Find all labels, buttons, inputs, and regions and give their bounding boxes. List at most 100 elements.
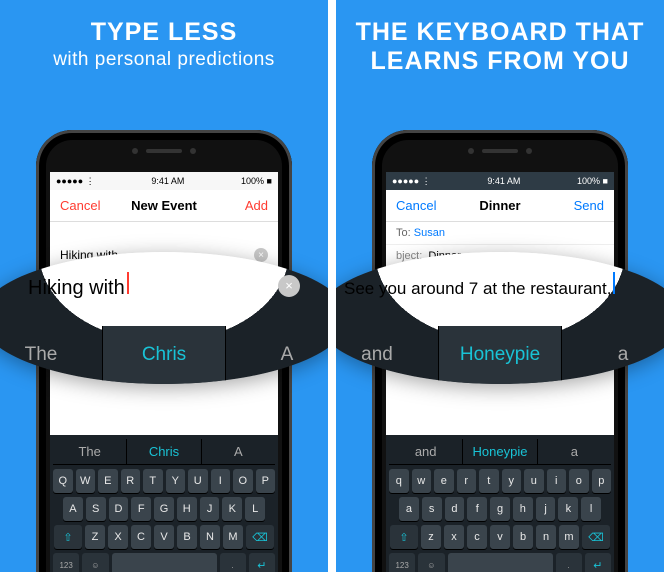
enter-key[interactable]: ↵ bbox=[249, 553, 275, 572]
suggestion-middle[interactable]: Chris bbox=[127, 439, 201, 464]
magnified-input[interactable]: See you around 7 at the restaurant, bbox=[344, 272, 615, 299]
key-w[interactable]: w bbox=[412, 469, 432, 493]
numbers-key[interactable]: 123 bbox=[53, 553, 79, 572]
suggestion-left[interactable]: and bbox=[336, 326, 438, 384]
suggestion-right[interactable]: A bbox=[226, 326, 328, 384]
key-p[interactable]: p bbox=[592, 469, 612, 493]
key-p[interactable]: P bbox=[256, 469, 276, 493]
key-a[interactable]: A bbox=[63, 497, 83, 521]
spacebar[interactable] bbox=[112, 553, 217, 572]
keyboard-row-3: ⇧ ZXCVBNM ⌫ bbox=[53, 525, 275, 549]
carrier-signal: ●●●●● ⋮ bbox=[392, 176, 431, 187]
key-m[interactable]: M bbox=[223, 525, 243, 549]
key-k[interactable]: k bbox=[558, 497, 578, 521]
key-t[interactable]: T bbox=[143, 469, 163, 493]
key-i[interactable]: i bbox=[547, 469, 567, 493]
period-key[interactable]: . bbox=[556, 553, 582, 572]
key-w[interactable]: W bbox=[76, 469, 96, 493]
cancel-button[interactable]: Cancel bbox=[396, 198, 444, 213]
key-y[interactable]: y bbox=[502, 469, 522, 493]
headline: TYPE LESS with personal predictions bbox=[0, 18, 328, 71]
key-c[interactable]: c bbox=[467, 525, 487, 549]
key-o[interactable]: O bbox=[233, 469, 253, 493]
key-z[interactable]: Z bbox=[85, 525, 105, 549]
key-s[interactable]: S bbox=[86, 497, 106, 521]
suggestion-right[interactable]: a bbox=[562, 326, 664, 384]
key-f[interactable]: f bbox=[467, 497, 487, 521]
promo-panel-left: TYPE LESS with personal predictions ●●●●… bbox=[0, 0, 328, 572]
suggestion-right[interactable]: A bbox=[202, 439, 275, 464]
emoji-key[interactable]: ☺ bbox=[418, 553, 444, 572]
suggestion-left[interactable]: The bbox=[0, 326, 102, 384]
key-m[interactable]: m bbox=[559, 525, 579, 549]
key-o[interactable]: o bbox=[569, 469, 589, 493]
suggestion-left[interactable]: The bbox=[53, 439, 127, 464]
clear-icon[interactable]: × bbox=[278, 275, 300, 297]
magnified-input[interactable]: Hiking with bbox=[28, 272, 129, 300]
shift-key[interactable]: ⇧ bbox=[390, 525, 418, 549]
shift-key[interactable]: ⇧ bbox=[54, 525, 82, 549]
headline-line1: THE KEYBOARD THAT bbox=[336, 18, 664, 47]
status-bar: ●●●●● ⋮ 9:41 AM 100% ■ bbox=[386, 172, 614, 190]
period-key[interactable]: . bbox=[220, 553, 246, 572]
nav-bar: Cancel New Event Add bbox=[50, 190, 278, 222]
key-x[interactable]: x bbox=[444, 525, 464, 549]
key-t[interactable]: t bbox=[479, 469, 499, 493]
key-k[interactable]: K bbox=[222, 497, 242, 521]
key-u[interactable]: U bbox=[188, 469, 208, 493]
spacebar[interactable] bbox=[448, 553, 553, 572]
key-j[interactable]: J bbox=[200, 497, 220, 521]
key-n[interactable]: n bbox=[536, 525, 556, 549]
keyboard-row-4: 123 ☺ . ↵ bbox=[53, 553, 275, 572]
key-q[interactable]: Q bbox=[53, 469, 73, 493]
key-g[interactable]: G bbox=[154, 497, 174, 521]
key-z[interactable]: z bbox=[421, 525, 441, 549]
key-l[interactable]: l bbox=[581, 497, 601, 521]
emoji-key[interactable]: ☺ bbox=[82, 553, 108, 572]
key-h[interactable]: H bbox=[177, 497, 197, 521]
keyboard-row-1: qwertyuiop bbox=[389, 469, 611, 493]
numbers-key[interactable]: 123 bbox=[389, 553, 415, 572]
backspace-key[interactable]: ⌫ bbox=[582, 525, 610, 549]
key-v[interactable]: v bbox=[490, 525, 510, 549]
suggestion-middle[interactable]: Chris bbox=[102, 326, 226, 384]
key-r[interactable]: R bbox=[121, 469, 141, 493]
suggestion-middle[interactable]: Honeypie bbox=[463, 439, 537, 464]
suggestion-middle[interactable]: Honeypie bbox=[438, 326, 562, 384]
headline-main: TYPE LESS bbox=[0, 18, 328, 47]
key-i[interactable]: I bbox=[211, 469, 231, 493]
key-b[interactable]: b bbox=[513, 525, 533, 549]
key-d[interactable]: D bbox=[109, 497, 129, 521]
key-a[interactable]: a bbox=[399, 497, 419, 521]
backspace-key[interactable]: ⌫ bbox=[246, 525, 274, 549]
key-d[interactable]: d bbox=[445, 497, 465, 521]
key-l[interactable]: L bbox=[245, 497, 265, 521]
add-button[interactable]: Add bbox=[220, 198, 268, 213]
key-c[interactable]: C bbox=[131, 525, 151, 549]
key-e[interactable]: e bbox=[434, 469, 454, 493]
cancel-button[interactable]: Cancel bbox=[60, 198, 108, 213]
headline: THE KEYBOARD THAT LEARNS FROM YOU bbox=[336, 18, 664, 76]
key-n[interactable]: N bbox=[200, 525, 220, 549]
key-b[interactable]: B bbox=[177, 525, 197, 549]
key-f[interactable]: F bbox=[131, 497, 151, 521]
key-g[interactable]: g bbox=[490, 497, 510, 521]
promo-panel-right: THE KEYBOARD THAT LEARNS FROM YOU ●●●●● … bbox=[336, 0, 664, 572]
key-s[interactable]: s bbox=[422, 497, 442, 521]
suggestion-right[interactable]: a bbox=[538, 439, 611, 464]
key-j[interactable]: j bbox=[536, 497, 556, 521]
key-v[interactable]: V bbox=[154, 525, 174, 549]
key-x[interactable]: X bbox=[108, 525, 128, 549]
send-button[interactable]: Send bbox=[556, 198, 604, 213]
key-q[interactable]: q bbox=[389, 469, 409, 493]
enter-key[interactable]: ↵ bbox=[585, 553, 611, 572]
key-u[interactable]: u bbox=[524, 469, 544, 493]
key-r[interactable]: r bbox=[457, 469, 477, 493]
suggestion-left[interactable]: and bbox=[389, 439, 463, 464]
key-e[interactable]: E bbox=[98, 469, 118, 493]
to-field[interactable]: To: Susan bbox=[386, 222, 614, 245]
keyboard-row-2: asdfghjkl bbox=[389, 497, 611, 521]
key-h[interactable]: h bbox=[513, 497, 533, 521]
key-y[interactable]: Y bbox=[166, 469, 186, 493]
headline-sub: with personal predictions bbox=[0, 49, 328, 71]
